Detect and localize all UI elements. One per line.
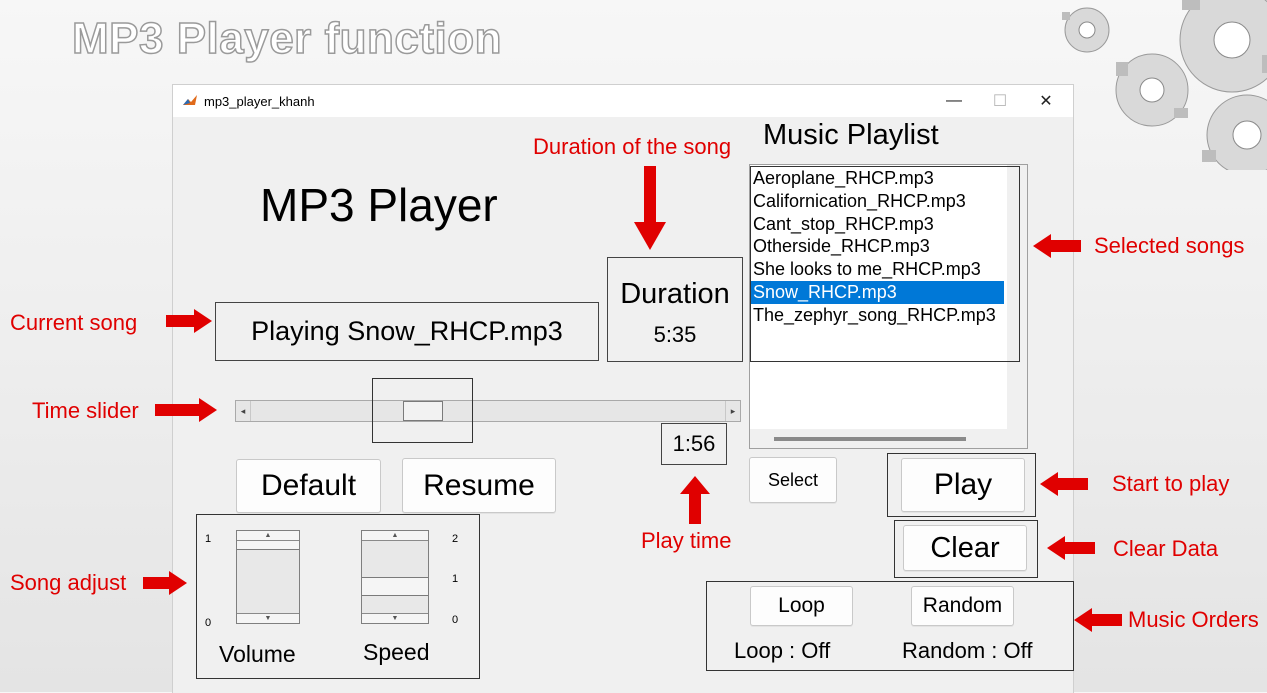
annotation-music-orders: Music Orders xyxy=(1128,607,1259,632)
speed-label: Speed xyxy=(363,639,430,665)
right-arrow-icon xyxy=(166,309,212,333)
playlist-item[interactable]: Cant_stop_RHCP.mp3 xyxy=(750,213,1004,236)
speed-down-arrow-icon[interactable]: ▼ xyxy=(362,613,428,623)
playlist-items: Aeroplane_RHCP.mp3 Californication_RHCP.m… xyxy=(750,167,1004,327)
speed-mid-label: 1 xyxy=(452,573,459,585)
volume-slider[interactable]: ▲ ▼ xyxy=(236,530,300,624)
playlist-item[interactable]: Otherside_RHCP.mp3 xyxy=(750,235,1004,258)
playlist-hscroll-track[interactable] xyxy=(750,429,1027,448)
close-button[interactable]: ✕ xyxy=(1023,85,1069,117)
current-song-display: Playing Snow_RHCP.mp3 xyxy=(215,302,599,361)
maximize-button[interactable]: ☐ xyxy=(977,85,1023,117)
playlist-title: Music Playlist xyxy=(763,119,939,151)
loop-status: Loop : Off xyxy=(734,638,831,663)
speed-min-label: 0 xyxy=(452,614,459,626)
playlist-item[interactable]: Aeroplane_RHCP.mp3 xyxy=(750,167,1004,190)
playlist-item[interactable]: Californication_RHCP.mp3 xyxy=(750,190,1004,213)
annotation-start-to-play: Start to play xyxy=(1112,471,1230,496)
annotation-clear-data: Clear Data xyxy=(1113,536,1219,561)
playlist-item[interactable]: She looks to me_RHCP.mp3 xyxy=(750,258,1004,281)
duration-value: 5:35 xyxy=(653,322,697,347)
left-arrow-icon xyxy=(1074,608,1122,632)
select-button[interactable]: Select xyxy=(749,457,837,503)
annotation-play-time: Play time xyxy=(641,528,732,553)
time-slider[interactable]: ◂ ▸ xyxy=(235,400,741,422)
playlist-item[interactable]: Snow_RHCP.mp3 xyxy=(750,280,1004,304)
playlist-listbox[interactable]: Aeroplane_RHCP.mp3 Californication_RHCP.m… xyxy=(749,164,1028,449)
annotation-duration: Duration of the song xyxy=(533,134,732,159)
play-time-display: 1:56 xyxy=(661,423,727,465)
playlist-hscroll-thumb[interactable] xyxy=(774,437,966,441)
up-arrow-icon xyxy=(680,476,710,524)
left-arrow-icon xyxy=(1040,472,1088,496)
app-heading: MP3 Player xyxy=(260,179,498,231)
annotation-time-slider: Time slider xyxy=(32,398,139,423)
loop-button[interactable]: Loop xyxy=(750,586,853,626)
playlist-item[interactable]: The_zephyr_song_RHCP.mp3 xyxy=(750,304,1004,327)
annotation-song-adjust: Song adjust xyxy=(10,570,127,595)
right-arrow-icon xyxy=(155,398,217,422)
annotation-selected-songs: Selected songs xyxy=(1094,233,1245,258)
slider-right-arrow-icon[interactable]: ▸ xyxy=(725,401,740,421)
right-arrow-icon xyxy=(143,571,187,595)
left-arrow-icon xyxy=(1047,536,1095,560)
song-adjust-panel: 1 0 ▲ ▼ ▲ ▼ 2 1 0 Volume Speed xyxy=(196,514,480,679)
speed-up-arrow-icon[interactable]: ▲ xyxy=(362,531,428,541)
matlab-icon xyxy=(182,93,198,109)
slider-thumb-highlight xyxy=(372,378,473,443)
duration-label: Duration xyxy=(620,278,730,310)
left-arrow-icon xyxy=(1033,234,1081,258)
speed-slider[interactable]: ▲ ▼ xyxy=(361,530,429,624)
clear-button[interactable]: Clear xyxy=(903,525,1027,571)
slide-title: MP3 Player function xyxy=(71,13,503,64)
volume-up-arrow-icon[interactable]: ▲ xyxy=(237,531,299,541)
duration-box: Duration 5:35 xyxy=(607,257,743,362)
random-button[interactable]: Random xyxy=(911,586,1014,626)
volume-max-label: 1 xyxy=(205,533,212,545)
volume-down-arrow-icon[interactable]: ▼ xyxy=(237,613,299,623)
volume-thumb[interactable] xyxy=(237,541,299,550)
annotation-current-song: Current song xyxy=(10,310,138,335)
window-titlebar: mp3_player_khanh — ☐ ✕ xyxy=(173,85,1073,117)
volume-min-label: 0 xyxy=(205,617,212,629)
resume-button[interactable]: Resume xyxy=(402,458,556,513)
play-button[interactable]: Play xyxy=(901,458,1025,512)
down-arrow-icon xyxy=(634,166,666,250)
speed-max-label: 2 xyxy=(452,533,459,545)
playlist-vscroll-track[interactable] xyxy=(1007,165,1027,429)
default-button[interactable]: Default xyxy=(236,459,381,513)
slider-left-arrow-icon[interactable]: ◂ xyxy=(236,401,251,421)
speed-thumb[interactable] xyxy=(362,577,428,596)
random-status: Random : Off xyxy=(902,638,1033,663)
window-title: mp3_player_khanh xyxy=(204,93,315,109)
minimize-button[interactable]: — xyxy=(931,85,977,117)
volume-label: Volume xyxy=(219,641,296,667)
